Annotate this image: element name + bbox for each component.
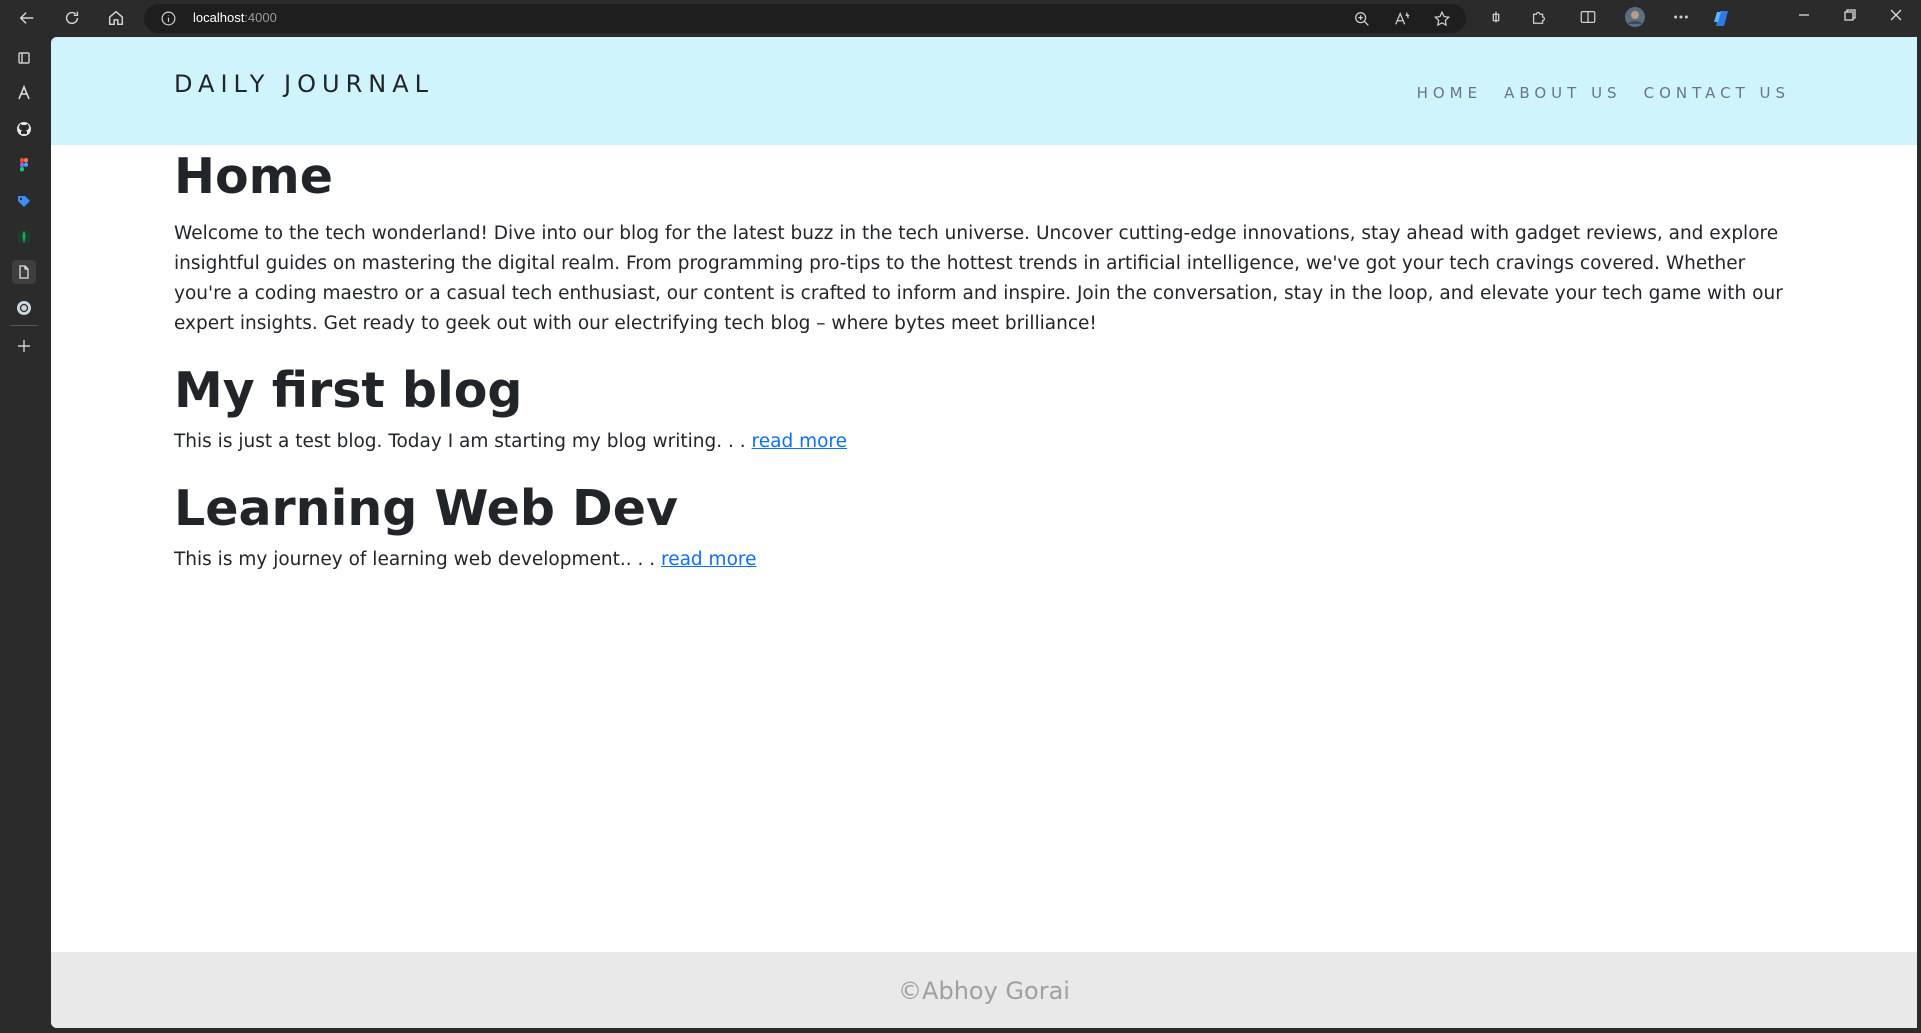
more-menu-icon[interactable] [1672,8,1690,26]
favorite-star-icon[interactable] [1433,10,1451,28]
site-info-icon[interactable] [160,10,177,27]
nav-about-link[interactable]: ABOUT US [1504,84,1622,102]
read-aloud-icon[interactable] [1393,10,1411,28]
address-bar[interactable]: localhost:4000 [144,4,1466,33]
back-arrow-icon[interactable] [16,7,38,29]
profile-avatar-icon[interactable] [1624,6,1646,28]
url-port: :4000 [244,10,277,25]
tag-app-icon[interactable] [12,189,36,213]
post-title: My first blog [174,362,523,419]
close-icon[interactable] [1889,8,1907,26]
tab-actions-icon[interactable] [12,46,36,70]
restore-icon[interactable] [1843,8,1861,26]
post-excerpt: This is just a test blog. Today I am sta… [174,427,1784,457]
footer-copyright: ©Abhoy Gorai [898,977,1070,1005]
chatgpt-icon[interactable] [12,296,36,320]
url-host: localhost [193,10,245,25]
site-header: DAILY JOURNAL HOME ABOUT US CONTACT US [51,37,1917,145]
reload-icon[interactable] [61,7,83,29]
split-screen-icon[interactable] [1579,8,1597,26]
browser-sidebar [0,37,51,1033]
browser-toolbar: localhost:4000 [0,0,1921,37]
post-excerpt-text: This is my journey of learning web devel… [174,549,661,570]
github-icon[interactable] [12,117,36,141]
page-viewport: DAILY JOURNAL HOME ABOUT US CONTACT US H… [51,37,1917,1028]
post-excerpt-text: This is just a test blog. Today I am sta… [174,431,752,452]
read-more-link[interactable]: read more [661,549,756,570]
mongodb-icon[interactable] [12,225,36,249]
main-content: Home Welcome to the tech wonderland! Div… [174,145,1784,575]
read-more-link[interactable]: read more [752,431,847,452]
post-title: Learning Web Dev [174,480,678,537]
zoom-icon[interactable] [1353,10,1371,28]
sidebar-divider [10,325,38,326]
post-excerpt: This is my journey of learning web devel… [174,545,1784,575]
nav-contact-link[interactable]: CONTACT US [1644,84,1790,102]
url-text[interactable]: localhost:4000 [193,10,277,25]
copilot-icon[interactable] [1710,6,1734,30]
document-icon[interactable] [12,260,36,284]
extension-icon[interactable] [1487,8,1505,26]
nav-home-link[interactable]: HOME [1417,84,1483,102]
site-nav: HOME ABOUT US CONTACT US [1417,84,1790,102]
page-title: Home [174,148,333,205]
site-footer: ©Abhoy Gorai [51,952,1917,1028]
figma-icon[interactable] [12,153,36,177]
home-intro-text: Welcome to the tech wonderland! Dive int… [174,223,1783,334]
home-icon[interactable] [105,7,127,29]
site-brand[interactable]: DAILY JOURNAL [174,70,434,98]
app-a-icon[interactable] [12,81,36,105]
minimize-icon[interactable] [1797,8,1815,26]
extensions-puzzle-icon[interactable] [1530,8,1548,26]
add-icon[interactable] [12,334,36,358]
